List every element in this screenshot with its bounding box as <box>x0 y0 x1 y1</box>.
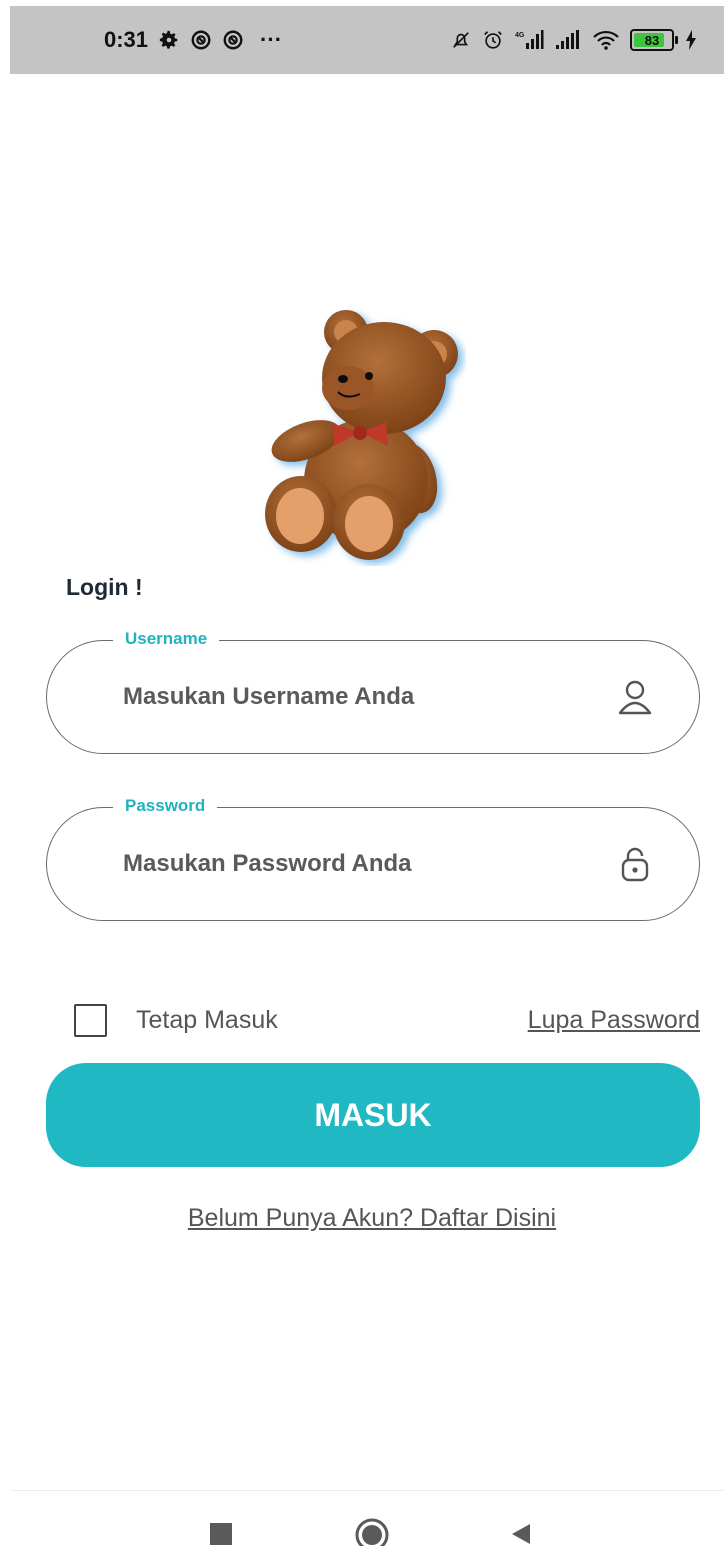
more-notifications-icon: ··· <box>260 27 283 52</box>
signal-4g-icon: 4G <box>514 29 544 51</box>
status-time: 0:31 <box>104 27 149 52</box>
password-field[interactable]: Password <box>46 796 700 921</box>
remember-label[interactable]: Tetap Masuk <box>136 1006 278 1035</box>
wifi-icon <box>592 29 620 51</box>
status-left: 0:31 ··· <box>104 6 282 74</box>
svg-text:4G: 4G <box>515 32 525 39</box>
bell-off-icon <box>450 29 472 51</box>
lock-icon <box>615 844 655 884</box>
status-right: 4G 83 <box>450 6 698 74</box>
recents-icon[interactable] <box>208 1521 234 1546</box>
charging-icon <box>684 29 698 51</box>
user-icon <box>615 677 655 717</box>
status-bar: 0:31 ··· 4G 83 <box>10 6 724 74</box>
battery-level: 83 <box>644 32 660 48</box>
forgot-password-link[interactable]: Lupa Password <box>528 1006 700 1035</box>
remember-checkbox[interactable] <box>74 1004 107 1037</box>
register-link[interactable]: Belum Punya Akun? Daftar Disini <box>0 1204 724 1233</box>
username-field[interactable]: Username <box>46 629 700 754</box>
alarm-icon <box>482 29 504 51</box>
gear-icon <box>158 29 180 51</box>
password-input[interactable] <box>123 808 583 920</box>
login-button[interactable]: MASUK <box>46 1063 700 1167</box>
username-input[interactable] <box>123 641 583 753</box>
back-icon[interactable] <box>508 1521 534 1546</box>
navigation-bar <box>10 1490 724 1546</box>
home-icon[interactable] <box>354 1517 390 1546</box>
remember-row: Tetap Masuk Lupa Password <box>74 1003 700 1039</box>
signal-icon <box>554 29 582 51</box>
battery-icon: 83 <box>630 29 678 51</box>
vpn-icon <box>222 29 244 51</box>
teddy-bear-logo <box>256 306 466 566</box>
vpn-icon <box>190 29 212 51</box>
login-title: Login ! <box>66 574 143 600</box>
